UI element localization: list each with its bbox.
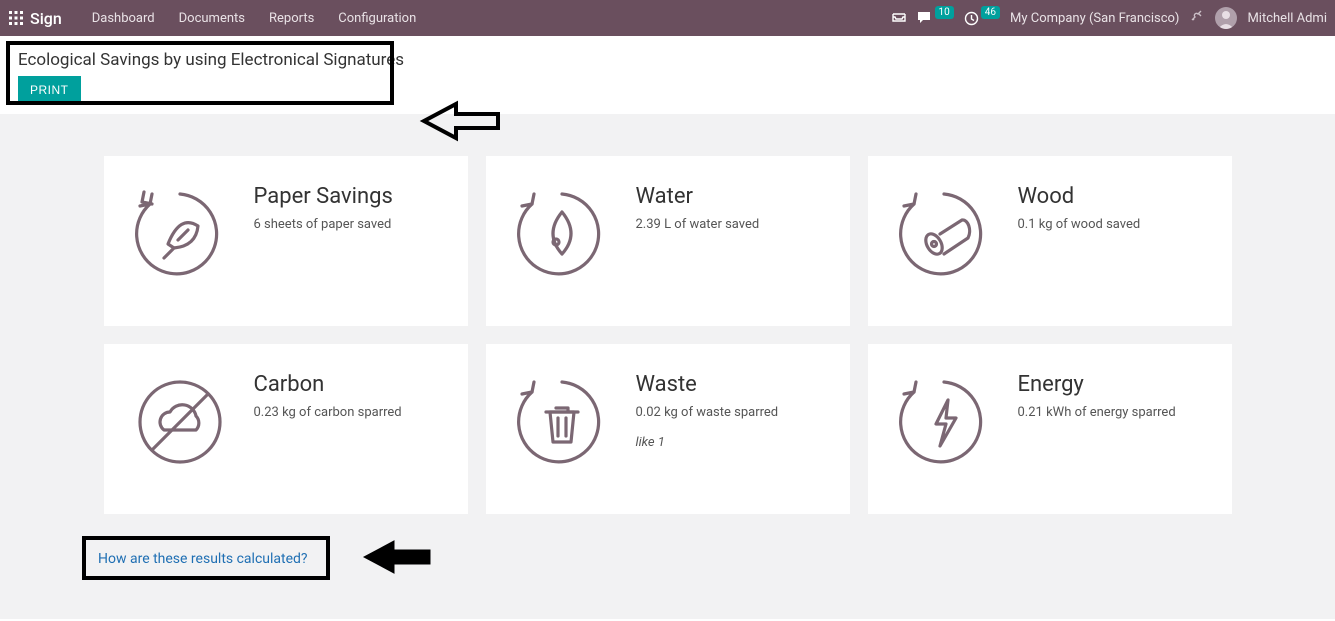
activities-count: 46: [981, 6, 1000, 19]
card-title: Wood: [1018, 184, 1141, 209]
messaging-icon[interactable]: 10: [917, 11, 954, 25]
leaf-cycle-icon: [130, 184, 230, 284]
print-button[interactable]: PRINT: [18, 76, 81, 104]
cards-grid: Paper Savings 6 sheets of paper saved Wa…: [0, 156, 1335, 514]
app-brand[interactable]: Sign: [30, 9, 62, 28]
content-area: Paper Savings 6 sheets of paper saved Wa…: [0, 114, 1335, 619]
card-desc: 6 sheets of paper saved: [254, 215, 393, 235]
card-title: Water: [636, 184, 760, 209]
card-title: Energy: [1018, 372, 1176, 397]
page-title: Ecological Savings by using Electronical…: [0, 36, 1335, 76]
tray-icon[interactable]: [891, 11, 907, 25]
water-cycle-icon: [512, 184, 612, 284]
wood-cycle-icon: [894, 184, 994, 284]
how-calculated-link[interactable]: How are these results calculated?: [82, 551, 308, 567]
user-avatar[interactable]: [1215, 7, 1237, 29]
card-paper-savings: Paper Savings 6 sheets of paper saved: [104, 156, 468, 326]
user-name[interactable]: Mitchell Admi: [1247, 11, 1327, 26]
messaging-count: 10: [935, 6, 954, 19]
card-desc: 2.39 L of water saved: [636, 215, 760, 235]
card-title: Waste: [636, 372, 779, 397]
card-title: Paper Savings: [254, 184, 393, 209]
footer-area: How are these results calculated?: [0, 548, 1335, 567]
nav-reports[interactable]: Reports: [257, 11, 326, 26]
card-desc: 0.02 kg of waste sparred: [636, 403, 779, 423]
debug-icon[interactable]: [1189, 8, 1205, 28]
card-desc: 0.1 kg of wood saved: [1018, 215, 1141, 235]
card-extra: like 1: [636, 433, 779, 453]
card-wood: Wood 0.1 kg of wood saved: [868, 156, 1232, 326]
carbon-icon: [130, 372, 230, 472]
energy-cycle-icon: [894, 372, 994, 472]
nav-documents[interactable]: Documents: [167, 11, 257, 26]
card-desc: 0.23 kg of carbon sparred: [254, 403, 402, 423]
card-energy: Energy 0.21 kWh of energy sparred: [868, 344, 1232, 514]
nav-configuration[interactable]: Configuration: [326, 11, 428, 26]
card-waste: Waste 0.02 kg of waste sparred like 1: [486, 344, 850, 514]
card-carbon: Carbon 0.23 kg of carbon sparred: [104, 344, 468, 514]
page-header: Ecological Savings by using Electronical…: [0, 36, 1335, 114]
card-title: Carbon: [254, 372, 402, 397]
company-selector[interactable]: My Company (San Francisco): [1010, 11, 1179, 26]
activities-icon[interactable]: 46: [964, 11, 1000, 26]
top-nav: Sign Dashboard Documents Reports Configu…: [0, 0, 1335, 36]
waste-cycle-icon: [512, 372, 612, 472]
card-water: Water 2.39 L of water saved: [486, 156, 850, 326]
annotation-arrow-header: [418, 100, 502, 142]
nav-dashboard[interactable]: Dashboard: [80, 11, 167, 26]
card-desc: 0.21 kWh of energy sparred: [1018, 403, 1176, 423]
annotation-arrow-footer: [360, 538, 434, 576]
apps-icon[interactable]: [8, 10, 24, 26]
